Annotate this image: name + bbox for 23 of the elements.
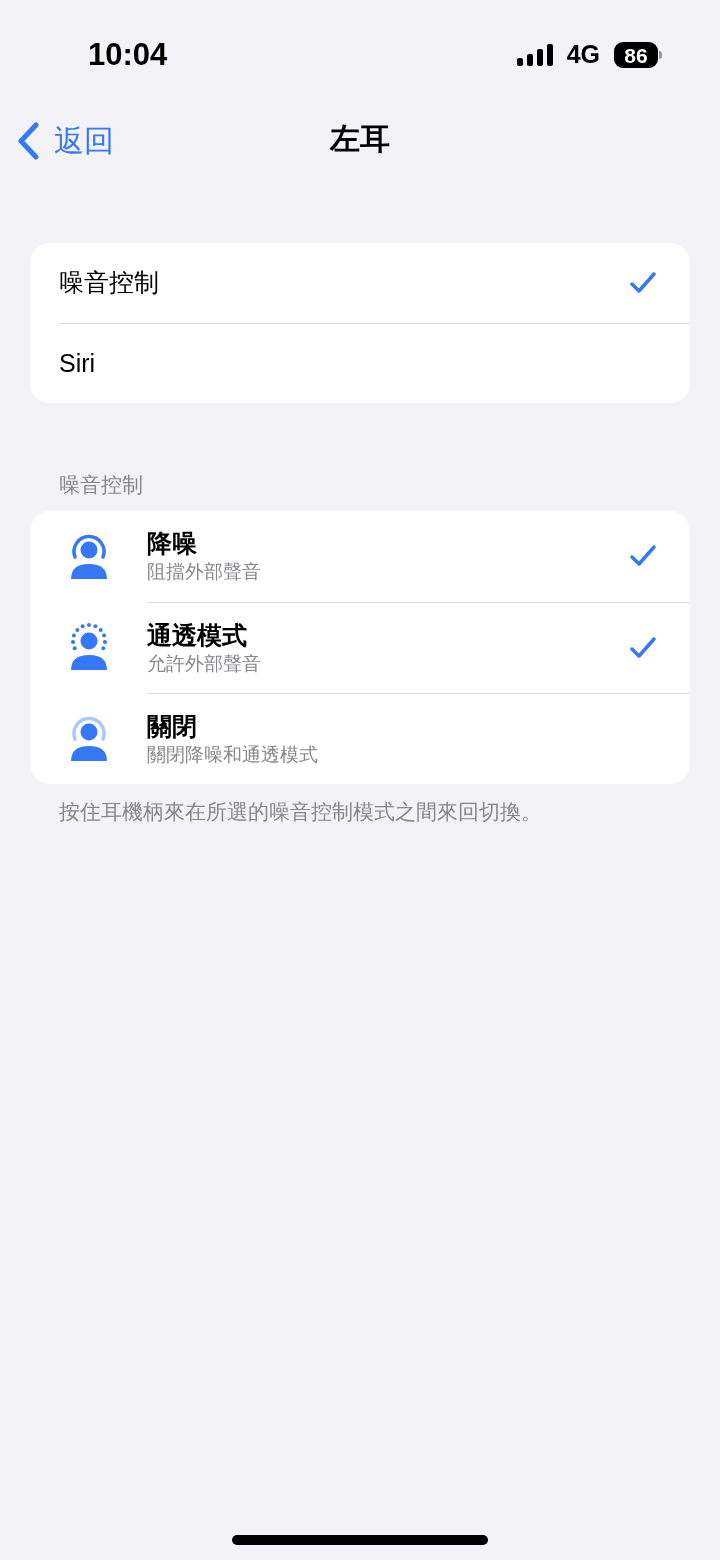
footer-note: 按住耳機柄來在所選的噪音控制模式之間來回切換。 — [59, 798, 543, 825]
back-chevron-icon — [16, 121, 40, 160]
option-row[interactable]: Siri — [59, 323, 690, 403]
option-label: 噪音控制 — [59, 267, 160, 299]
mode-subtitle: 關閉降噪和通透模式 — [147, 742, 319, 767]
battery-level: 86 — [624, 44, 648, 66]
mode-row[interactable]: 關閉 關閉降噪和通透模式 — [30, 692, 690, 784]
mode-row[interactable]: 降噪 阻擋外部聲音 — [30, 510, 690, 602]
back-button[interactable]: 返回 — [16, 118, 114, 163]
mode-title: 關閉 — [147, 710, 198, 742]
page-title: 左耳 — [330, 120, 390, 157]
signal-icon — [516, 44, 553, 66]
mode-title: 通透模式 — [147, 619, 248, 651]
option-row[interactable]: 噪音控制 — [30, 243, 690, 323]
clock-time: 10:04 — [88, 35, 168, 74]
mode-title: 降噪 — [147, 528, 198, 559]
option-label: Siri — [59, 347, 97, 379]
mode-subtitle: 允許外部聲音 — [147, 651, 262, 676]
network-label: 4G — [566, 39, 600, 71]
mode-row[interactable]: 通透模式 允許外部聲音 — [30, 601, 690, 693]
section-header: 噪音控制 — [59, 472, 144, 498]
person-dots-icon — [69, 622, 109, 672]
mode-subtitle: 阻擋外部聲音 — [147, 560, 262, 584]
